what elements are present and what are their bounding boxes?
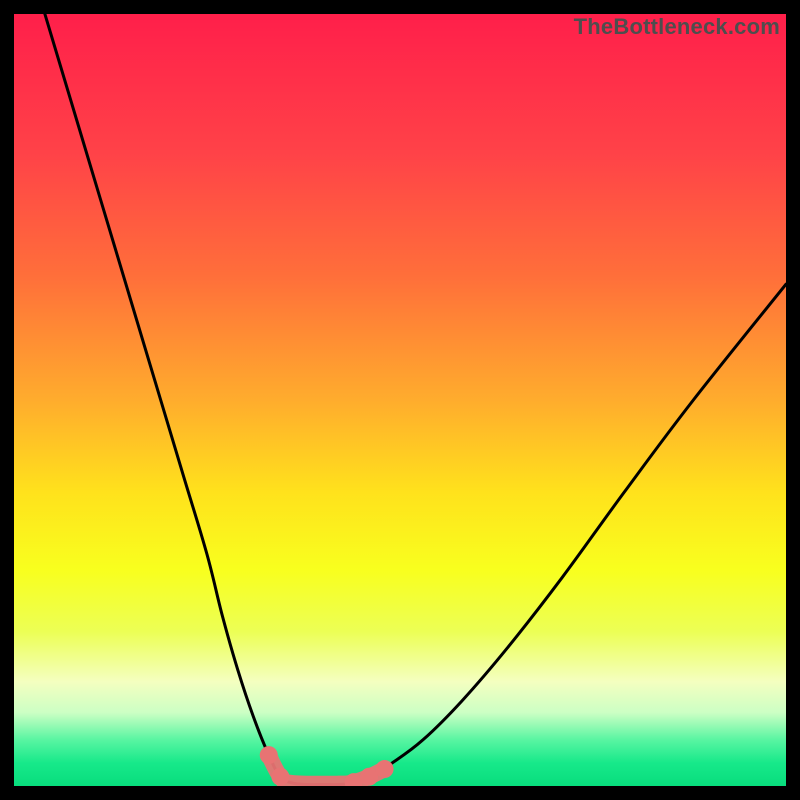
gradient-background — [14, 14, 786, 786]
bottom-marker-dot — [376, 760, 394, 778]
bottom-marker-dot — [260, 746, 278, 764]
watermark-label: TheBottleneck.com — [574, 14, 780, 40]
bottom-marker-dot — [271, 768, 289, 786]
bottom-marker-dot — [360, 768, 378, 786]
bottleneck-plot — [14, 14, 786, 786]
